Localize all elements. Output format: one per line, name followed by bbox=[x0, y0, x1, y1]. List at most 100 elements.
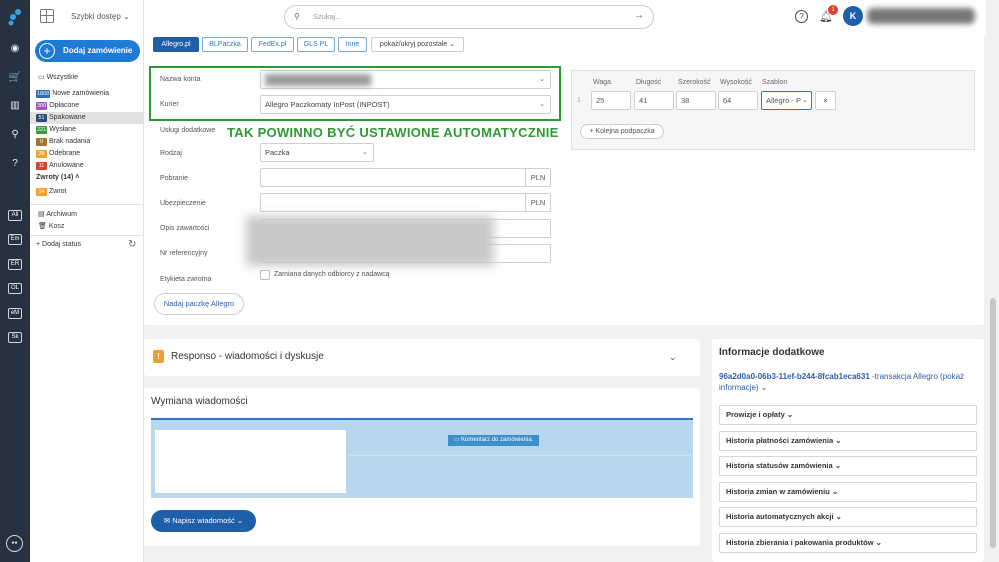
dimension-input[interactable]: 64 bbox=[718, 91, 758, 110]
tag-sk[interactable]: Sk bbox=[8, 332, 22, 343]
carrier-tab[interactable]: BLPaczka bbox=[202, 37, 248, 52]
arrow-right-icon[interactable]: → bbox=[634, 10, 644, 21]
carrier-tab[interactable]: GLS PL bbox=[297, 37, 335, 52]
row-number: 1 bbox=[577, 97, 581, 104]
integrations-icon[interactable]: ⚲ bbox=[7, 127, 23, 143]
insurance-input[interactable]: PLN bbox=[260, 193, 551, 212]
tag-er[interactable]: ER bbox=[8, 259, 22, 270]
help-circle-icon[interactable]: ? bbox=[795, 10, 808, 23]
cart-icon[interactable]: 🛒 bbox=[7, 70, 23, 86]
carrier-tab[interactable]: Inne bbox=[338, 37, 367, 52]
carrier-tab[interactable]: FedEx.pl bbox=[251, 37, 294, 52]
dimension-input[interactable]: 38 bbox=[676, 91, 716, 110]
tag-em[interactable]: Em bbox=[8, 234, 22, 245]
info-title: Informacje dodatkowe bbox=[719, 347, 825, 358]
status-all[interactable]: ▭ Wszystkie bbox=[30, 72, 144, 84]
courier-select[interactable]: Allegro Paczkomaty InPost (INPOST) ⌄ bbox=[260, 95, 551, 114]
submit-allegro-button[interactable]: Nadaj paczkę Allegro bbox=[154, 293, 244, 315]
cod-input[interactable]: PLN bbox=[260, 168, 551, 187]
status-badge: 221 bbox=[36, 126, 48, 134]
status-item[interactable]: 300 Opłacone bbox=[30, 100, 144, 112]
app-logo[interactable] bbox=[7, 8, 23, 26]
show-hide-toggle[interactable]: pokaż/ukryj pozostałe ⌄ bbox=[371, 37, 464, 52]
chevron-down-icon: ⌄ bbox=[786, 410, 794, 419]
mail-icon: ✉ bbox=[163, 516, 173, 525]
info-section[interactable]: Historia zmian w zamówieniu ⌄ bbox=[719, 481, 977, 502]
type-label: Rodzaj bbox=[160, 150, 182, 157]
status-badge: 300 bbox=[36, 102, 48, 110]
status-zwrot[interactable]: 14 Zwrot bbox=[30, 186, 144, 198]
account-select[interactable]: ⌄ bbox=[260, 70, 551, 89]
status-item[interactable]: 38 Odebrane bbox=[30, 148, 144, 160]
annotation-text: TAK POWINNO BYĆ USTAWIONE AUTOMATYCZNIE bbox=[227, 125, 559, 140]
archive-icon: ▤ bbox=[38, 211, 47, 218]
help-icon[interactable]: ? bbox=[7, 156, 23, 172]
layout-icon[interactable] bbox=[40, 9, 54, 23]
info-section[interactable]: Historia automatycznych akcji ⌄ bbox=[719, 507, 977, 527]
quick-access[interactable]: Szybki dostęp ⌄ bbox=[71, 12, 130, 21]
responso-chevron-icon[interactable]: ⌄ bbox=[669, 352, 677, 363]
archive-item[interactable]: ▤ Archiwum bbox=[30, 209, 144, 221]
swap-checkbox[interactable] bbox=[260, 270, 270, 280]
info-section[interactable]: Historia statusów zamówienia ⌄ bbox=[719, 456, 977, 476]
order-comment-tag: ▭ Komentarz do zamówienia. bbox=[448, 435, 539, 446]
chevron-down-icon: ⌄ bbox=[835, 435, 842, 445]
account-label: Nazwa konta bbox=[160, 76, 201, 83]
chevron-down-icon: ⌄ bbox=[831, 486, 839, 496]
plus-icon: + bbox=[39, 43, 55, 59]
add-status-link[interactable]: + Dodaj status bbox=[30, 239, 144, 251]
info-section[interactable]: Historia zbierania i pakowania produktów… bbox=[719, 532, 977, 553]
type-select[interactable]: Paczka ⌄ bbox=[260, 143, 374, 162]
insurance-currency: PLN bbox=[525, 194, 550, 211]
cod-currency: PLN bbox=[525, 169, 550, 186]
add-subpackage-button[interactable]: + Kolejna podpaczka bbox=[580, 124, 664, 139]
chevron-down-icon: ⌄ bbox=[875, 537, 882, 547]
username-blurred[interactable] bbox=[867, 8, 975, 24]
avatar[interactable]: K bbox=[843, 6, 863, 26]
returns-group[interactable]: Zwroty (14) ˄ bbox=[30, 172, 144, 184]
status-badge: 0 bbox=[36, 138, 47, 146]
scrollbar-thumb[interactable] bbox=[990, 298, 996, 548]
status-item[interactable]: 51 Spakowane bbox=[30, 112, 144, 124]
info-section[interactable]: Prowizje i opłaty ⌄ bbox=[719, 405, 977, 425]
add-order-button[interactable]: + Dodaj zamówienie bbox=[35, 40, 140, 62]
tag-em2[interactable]: eM bbox=[8, 308, 22, 319]
courier-label: Kurier bbox=[160, 101, 179, 108]
status-badge: 1808 bbox=[36, 90, 51, 98]
content-label: Opis zawartości bbox=[160, 225, 210, 232]
user-badge-icon[interactable]: ●● bbox=[6, 535, 23, 552]
refresh-icon[interactable]: ↻ bbox=[128, 239, 136, 250]
status-badge: 11 bbox=[36, 162, 47, 170]
icon-bar: ◉ 🛒 ▥ ⚲ ? All Em ER OL eM Sk ●● bbox=[0, 0, 30, 562]
search-input[interactable]: Szukaj... bbox=[313, 12, 342, 21]
package-header: Długość bbox=[636, 79, 662, 86]
dashboard-icon[interactable]: ◉ bbox=[7, 41, 23, 57]
inbox-icon: ▭ bbox=[38, 74, 47, 81]
chevron-down-icon: ⌄ bbox=[539, 101, 545, 108]
search-box[interactable]: ⚲ Szukaj... → bbox=[284, 5, 654, 29]
chart-icon[interactable]: ▥ bbox=[7, 98, 23, 114]
dimension-input[interactable]: 41 bbox=[634, 91, 674, 110]
tag-ol[interactable]: OL bbox=[8, 283, 22, 294]
chevron-down-icon: ⌄ bbox=[834, 461, 842, 470]
remove-row-button[interactable]: × bbox=[815, 91, 836, 110]
trash-icon: 🗑 bbox=[38, 223, 49, 230]
chevron-down-icon: ⌄ bbox=[835, 512, 842, 521]
package-header: Szablon bbox=[762, 79, 788, 86]
dimension-input[interactable]: 25 bbox=[591, 91, 631, 110]
status-item[interactable]: 0 Brak nadania bbox=[30, 136, 144, 148]
status-item[interactable]: 221 Wysłane bbox=[30, 124, 144, 136]
status-item[interactable]: 1808 Nowe zamówienia bbox=[30, 88, 144, 100]
trash-item[interactable]: 🗑 Kosz bbox=[30, 221, 144, 233]
message-bubble bbox=[155, 430, 346, 493]
package-header: Wysokość bbox=[720, 79, 752, 86]
write-message-button[interactable]: ✉ Napisz wiadomość ⌄ bbox=[151, 510, 256, 532]
info-section[interactable]: Historia płatności zamówienia ⌄ bbox=[719, 430, 977, 451]
transaction-link[interactable]: 96a2d0a0-06b3-11ef-b244-8fcab1eca631 -tr… bbox=[719, 371, 977, 393]
carrier-tab[interactable]: Allegro.pl bbox=[153, 37, 199, 52]
status-item[interactable]: 11 Anulowane bbox=[30, 160, 144, 172]
messages-title: Wymiana wiadomości bbox=[151, 396, 248, 407]
tag-all[interactable]: All bbox=[8, 210, 22, 221]
template-select[interactable]: Allegro - P ⌄ bbox=[761, 91, 812, 110]
search-icon: ⚲ bbox=[294, 12, 300, 21]
